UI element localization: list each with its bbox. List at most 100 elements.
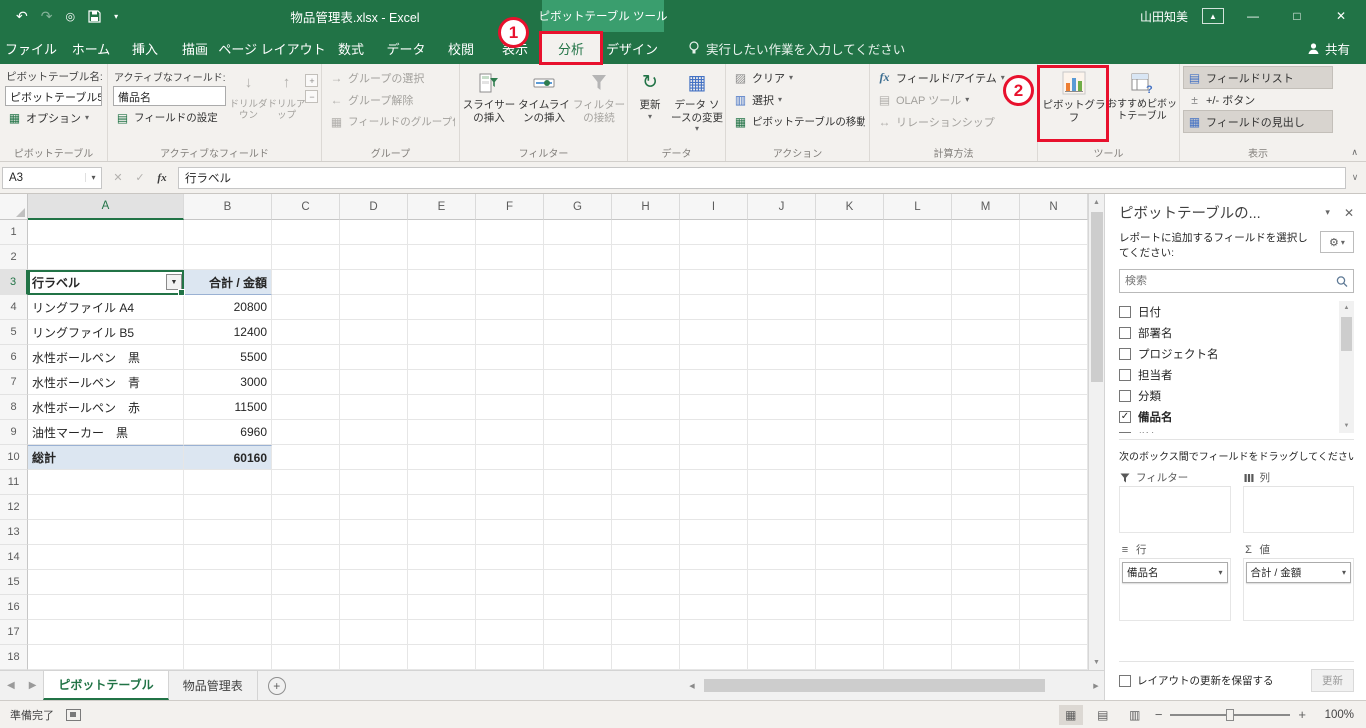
cell-D18[interactable] xyxy=(340,645,408,670)
column-header-H[interactable]: H xyxy=(612,194,680,220)
chip-dropdown-icon[interactable]: ▾ xyxy=(1218,568,1222,577)
horizontal-scroll-thumb[interactable] xyxy=(704,679,1046,692)
sheet-nav-left-icon[interactable]: ◀ xyxy=(0,671,22,700)
row-header-15[interactable]: 15 xyxy=(0,570,28,595)
cell-M7[interactable] xyxy=(952,370,1020,395)
defer-layout-checkbox[interactable] xyxy=(1119,674,1131,687)
zoom-in-icon[interactable]: + xyxy=(1298,707,1306,722)
field-checkbox[interactable] xyxy=(1119,305,1131,318)
cell-D9[interactable] xyxy=(340,420,408,445)
cell-I5[interactable] xyxy=(680,320,748,345)
cell-I15[interactable] xyxy=(680,570,748,595)
field-item-日付[interactable]: 日付 xyxy=(1119,301,1339,322)
cell-A12[interactable] xyxy=(28,495,184,520)
cell-H4[interactable] xyxy=(612,295,680,320)
cell-E7[interactable] xyxy=(408,370,476,395)
cell-B3[interactable]: 合計 / 金額 xyxy=(184,270,272,295)
cell-C4[interactable] xyxy=(272,295,340,320)
cell-F17[interactable] xyxy=(476,620,544,645)
field-item-分類[interactable]: 分類 xyxy=(1119,385,1339,406)
cell-J12[interactable] xyxy=(748,495,816,520)
field-item-備品名[interactable]: ✓ 備品名 xyxy=(1119,406,1339,427)
field-settings-button[interactable]: ▤ フィールドの設定 xyxy=(112,107,227,128)
cell-C16[interactable] xyxy=(272,595,340,620)
row-header-16[interactable]: 16 xyxy=(0,595,28,620)
cell-C6[interactable] xyxy=(272,345,340,370)
cell-A11[interactable] xyxy=(28,470,184,495)
save-icon[interactable] xyxy=(88,9,101,23)
cell-B8[interactable]: 11500 xyxy=(184,395,272,420)
tab-home[interactable]: ホーム xyxy=(62,32,120,64)
cell-B17[interactable] xyxy=(184,620,272,645)
cell-L1[interactable] xyxy=(884,220,952,245)
cell-H6[interactable] xyxy=(612,345,680,370)
cell-H15[interactable] xyxy=(612,570,680,595)
cell-C11[interactable] xyxy=(272,470,340,495)
row-header-11[interactable]: 11 xyxy=(0,470,28,495)
cell-N17[interactable] xyxy=(1020,620,1088,645)
cell-N12[interactable] xyxy=(1020,495,1088,520)
cell-L12[interactable] xyxy=(884,495,952,520)
pane-options-icon[interactable]: ▾ xyxy=(1317,207,1338,218)
row-header-1[interactable]: 1 xyxy=(0,220,28,245)
cell-B6[interactable]: 5500 xyxy=(184,345,272,370)
column-header-C[interactable]: C xyxy=(272,194,340,220)
options-button[interactable]: ▦ オプション ▾ xyxy=(4,107,103,128)
chip-dropdown-icon[interactable]: ▾ xyxy=(1342,568,1346,577)
filters-area[interactable] xyxy=(1119,487,1231,534)
horizontal-scrollbar[interactable]: ◀ ▶ xyxy=(684,671,1104,700)
cell-N1[interactable] xyxy=(1020,220,1088,245)
cell-K5[interactable] xyxy=(816,320,884,345)
cell-J11[interactable] xyxy=(748,470,816,495)
cell-K8[interactable] xyxy=(816,395,884,420)
cell-A7[interactable]: 水性ボールペン 青 xyxy=(28,370,184,395)
cell-M11[interactable] xyxy=(952,470,1020,495)
cell-D5[interactable] xyxy=(340,320,408,345)
cell-B14[interactable] xyxy=(184,545,272,570)
cell-B18[interactable] xyxy=(184,645,272,670)
field-checkbox[interactable] xyxy=(1119,368,1131,381)
name-box-dropdown-icon[interactable]: ▾ xyxy=(85,173,101,182)
columns-area[interactable] xyxy=(1242,487,1354,534)
cell-G18[interactable] xyxy=(544,645,612,670)
page-break-view-icon[interactable]: ▥ xyxy=(1123,705,1147,725)
cell-G2[interactable] xyxy=(544,245,612,270)
cell-I11[interactable] xyxy=(680,470,748,495)
cell-E4[interactable] xyxy=(408,295,476,320)
share-button[interactable]: 共有 xyxy=(1307,32,1366,64)
cell-B9[interactable]: 6960 xyxy=(184,420,272,445)
cell-A14[interactable] xyxy=(28,545,184,570)
new-sheet-button[interactable]: + xyxy=(267,676,286,695)
update-button[interactable]: 更新 xyxy=(1311,669,1354,692)
field-search-box[interactable] xyxy=(1119,269,1354,294)
cell-M5[interactable] xyxy=(952,320,1020,345)
column-header-J[interactable]: J xyxy=(748,194,816,220)
cell-B10[interactable]: 60160 xyxy=(184,445,272,470)
cell-C17[interactable] xyxy=(272,620,340,645)
row-header-5[interactable]: 5 xyxy=(0,320,28,345)
cell-M9[interactable] xyxy=(952,420,1020,445)
cell-H18[interactable] xyxy=(612,645,680,670)
cell-E1[interactable] xyxy=(408,220,476,245)
cell-B2[interactable] xyxy=(184,245,272,270)
cell-I8[interactable] xyxy=(680,395,748,420)
cell-B13[interactable] xyxy=(184,520,272,545)
cell-J8[interactable] xyxy=(748,395,816,420)
cell-I16[interactable] xyxy=(680,595,748,620)
active-field-input[interactable]: 備品名 xyxy=(113,86,227,106)
cell-K10[interactable] xyxy=(816,445,884,470)
cell-D4[interactable] xyxy=(340,295,408,320)
row-header-17[interactable]: 17 xyxy=(0,620,28,645)
sheet-tab-pivot[interactable]: ピボットテーブル xyxy=(43,671,169,700)
row-header-10[interactable]: 10 xyxy=(0,445,28,470)
cell-E11[interactable] xyxy=(408,470,476,495)
cell-H2[interactable] xyxy=(612,245,680,270)
cell-G4[interactable] xyxy=(544,295,612,320)
cell-F2[interactable] xyxy=(476,245,544,270)
cell-C13[interactable] xyxy=(272,520,340,545)
tell-me-box[interactable]: 実行したい作業を入力してください xyxy=(688,32,905,64)
cell-H13[interactable] xyxy=(612,520,680,545)
field-list-scroll-thumb[interactable] xyxy=(1341,317,1352,352)
zoom-out-icon[interactable]: − xyxy=(1155,707,1163,722)
cell-L5[interactable] xyxy=(884,320,952,345)
